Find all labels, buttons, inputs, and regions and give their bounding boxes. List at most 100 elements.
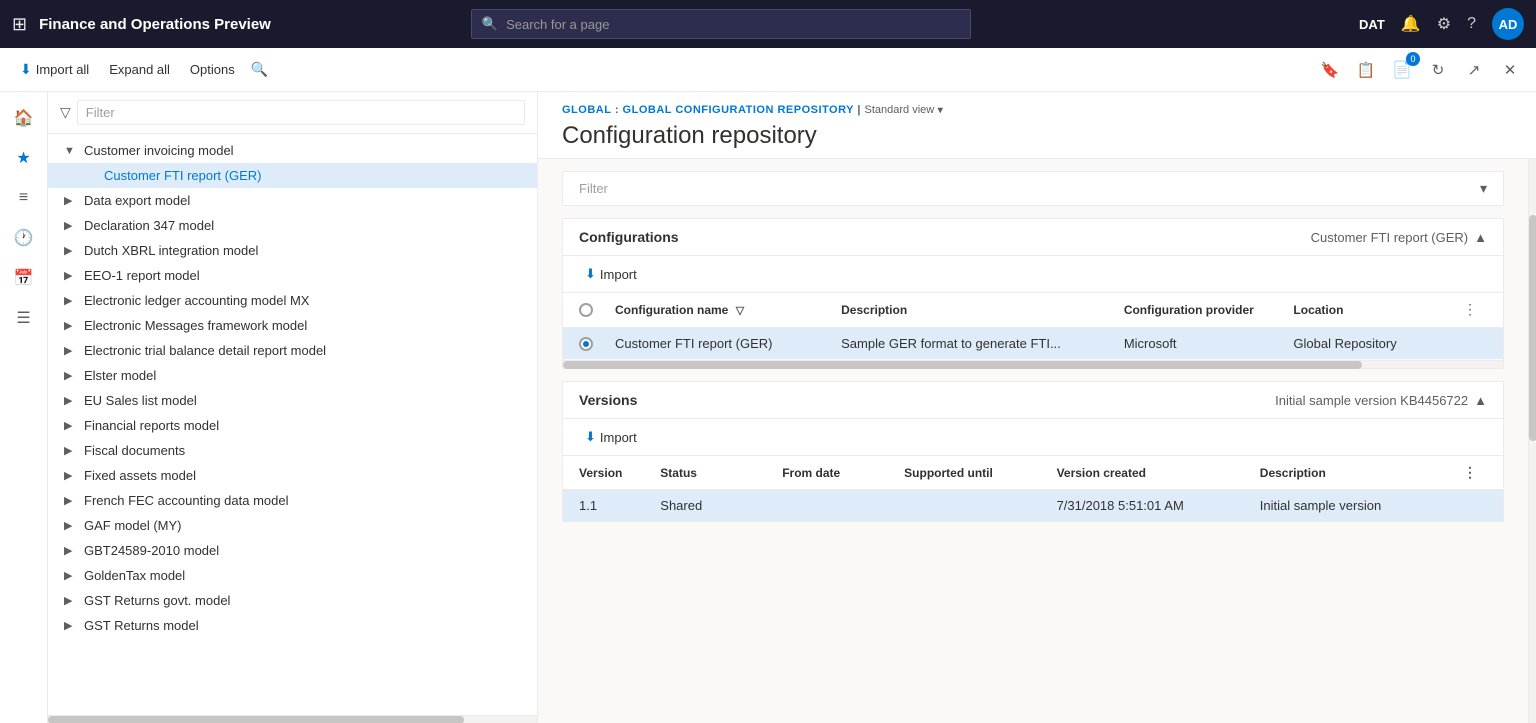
breadcrumb-sep: :	[615, 104, 623, 116]
configurations-toolbar: ⬇ Import	[563, 256, 1503, 293]
breadcrumb-part1[interactable]: GLOBAL	[562, 104, 611, 116]
col-header-more: ⋮	[1463, 301, 1487, 319]
tree-filter-input[interactable]	[77, 100, 525, 125]
tree-item-electronic-trial[interactable]: ▶ Electronic trial balance detail report…	[48, 338, 537, 363]
config-collapse-icon[interactable]: ▲	[1474, 230, 1487, 245]
vcol-header-status: Status	[660, 466, 782, 480]
user-avatar[interactable]: AD	[1492, 8, 1524, 40]
grid-menu-icon[interactable]: ⊞	[12, 14, 27, 35]
row-radio[interactable]	[579, 337, 593, 351]
options-button[interactable]: Options	[182, 58, 243, 81]
versions-import-button[interactable]: ⬇ Import	[579, 425, 643, 449]
notification-icon[interactable]: 🔔	[1401, 14, 1421, 34]
tree-item-label: Declaration 347 model	[84, 218, 529, 233]
home-icon[interactable]: 🏠	[6, 100, 42, 136]
calendar-icon[interactable]: 📅	[6, 260, 42, 296]
toolbar-search-icon[interactable]: 🔍	[251, 61, 268, 78]
settings-icon[interactable]: ⚙	[1437, 14, 1451, 34]
tree-list: ▼ Customer invoicing model Customer FTI …	[48, 134, 537, 715]
versions-toolbar: ⬇ Import	[563, 419, 1503, 456]
more-options-icon[interactable]: ⋮	[1463, 301, 1477, 317]
tree-horizontal-scrollbar[interactable]	[48, 715, 537, 723]
tree-item-declaration[interactable]: ▶ Declaration 347 model	[48, 213, 537, 238]
configurations-table: Configuration name ▽ Description Configu…	[563, 293, 1503, 360]
tree-item-elster[interactable]: ▶ Elster model	[48, 363, 537, 388]
bookmark-icon[interactable]: 🔖	[1316, 56, 1344, 84]
import-all-button[interactable]: ⬇ Import all	[12, 57, 97, 82]
tree-item-data-export[interactable]: ▶ Data export model	[48, 188, 537, 213]
options-label: Options	[190, 62, 235, 77]
tree-item-dutch-xbrl[interactable]: ▶ Dutch XBRL integration model	[48, 238, 537, 263]
tree-item-label: GBT24589-2010 model	[84, 543, 529, 558]
versions-info: Initial sample version KB4456722 ▲	[1275, 393, 1487, 408]
tree-item-eu-sales[interactable]: ▶ EU Sales list model	[48, 388, 537, 413]
name-filter-icon[interactable]: ▽	[736, 305, 744, 317]
list-icon[interactable]: ☰	[6, 300, 42, 336]
tree-item-gst-returns-govt[interactable]: ▶ GST Returns govt. model	[48, 588, 537, 613]
tree-item-french-fec[interactable]: ▶ French FEC accounting data model	[48, 488, 537, 513]
tree-item-fixed-assets[interactable]: ▶ Fixed assets model	[48, 463, 537, 488]
tree-item-label: EU Sales list model	[84, 393, 529, 408]
chevron-right-icon: ▶	[64, 369, 80, 382]
search-bar[interactable]: 🔍	[471, 9, 971, 39]
tree-item-label: Elster model	[84, 368, 529, 383]
chevron-right-icon: ▶	[64, 419, 80, 432]
configurations-section: Configurations Customer FTI report (GER)…	[562, 218, 1504, 369]
tree-item-electronic-messages[interactable]: ▶ Electronic Messages framework model	[48, 313, 537, 338]
config-horizontal-scrollbar[interactable]	[563, 360, 1503, 368]
config-import-icon: ⬇	[585, 266, 596, 282]
tree-item-gbt[interactable]: ▶ GBT24589-2010 model	[48, 538, 537, 563]
star-icon[interactable]: ★	[6, 140, 42, 176]
search-input[interactable]	[506, 17, 960, 32]
tree-item-customer-invoicing[interactable]: ▼ Customer invoicing model	[48, 138, 537, 163]
chevron-down-icon: ▼	[64, 145, 80, 157]
tree-item-financial-reports[interactable]: ▶ Financial reports model	[48, 413, 537, 438]
help-icon[interactable]: ?	[1467, 15, 1476, 33]
copy-icon[interactable]: 📋	[1352, 56, 1380, 84]
tree-item-gst-returns[interactable]: ▶ GST Returns model	[48, 613, 537, 638]
versions-table-header: Version Status From date Supported until…	[563, 456, 1503, 490]
breadcrumb-view[interactable]: Standard view	[865, 104, 935, 116]
view-chevron-icon[interactable]: ▾	[938, 105, 944, 116]
vcol-header-more: ⋮	[1463, 464, 1487, 481]
tree-item-goldentax[interactable]: ▶ GoldenTax model	[48, 563, 537, 588]
select-all-radio[interactable]	[579, 303, 593, 317]
config-location-cell: Global Repository	[1293, 336, 1463, 351]
tree-item-label: Data export model	[84, 193, 529, 208]
versions-more-icon[interactable]: ⋮	[1463, 464, 1477, 480]
filter-bar: Filter ▾	[562, 171, 1504, 206]
chevron-right-icon: ▶	[64, 194, 80, 207]
tree-panel: ▽ ▼ Customer invoicing model Customer FT…	[48, 92, 538, 723]
expand-all-button[interactable]: Expand all	[101, 58, 178, 81]
config-row[interactable]: Customer FTI report (GER) Sample GER for…	[563, 328, 1503, 360]
tree-item-label: GoldenTax model	[84, 568, 529, 583]
config-import-button[interactable]: ⬇ Import	[579, 262, 643, 286]
breadcrumb-part2[interactable]: GLOBAL CONFIGURATION REPOSITORY	[623, 104, 854, 116]
lines-icon[interactable]: ≡	[6, 180, 42, 216]
versions-collapse-icon[interactable]: ▲	[1474, 393, 1487, 408]
tree-item-fiscal-docs[interactable]: ▶ Fiscal documents	[48, 438, 537, 463]
filter-icon[interactable]: ▽	[60, 104, 71, 121]
version-row[interactable]: 1.1 Shared 7/31/2018 5:51:01 AM Initial …	[563, 490, 1503, 521]
chevron-right-icon: ▶	[64, 544, 80, 557]
vcol-header-until: Supported until	[904, 466, 1056, 480]
tree-item-gaf-model[interactable]: ▶ GAF model (MY)	[48, 513, 537, 538]
right-scrollbar[interactable]	[1528, 159, 1536, 723]
clock-icon[interactable]: 🕐	[6, 220, 42, 256]
tree-item-customer-fti[interactable]: Customer FTI report (GER)	[48, 163, 537, 188]
configurations-info: Customer FTI report (GER) ▲	[1311, 230, 1487, 245]
expand-all-label: Expand all	[109, 62, 170, 77]
refresh-icon[interactable]: ↻	[1424, 56, 1452, 84]
col-header-desc: Description	[841, 303, 1124, 317]
chevron-right-icon: ▶	[64, 294, 80, 307]
open-icon[interactable]: ↗	[1460, 56, 1488, 84]
content-main: Filter ▾ Configurations Customer FTI rep…	[538, 159, 1528, 723]
tree-item-label: Fixed assets model	[84, 468, 529, 483]
tree-item-electronic-ledger[interactable]: ▶ Electronic ledger accounting model MX	[48, 288, 537, 313]
tree-item-eeo1[interactable]: ▶ EEO-1 report model	[48, 263, 537, 288]
badge-icon[interactable]: 📄 0	[1388, 56, 1416, 84]
filter-collapse-icon[interactable]: ▾	[1480, 180, 1487, 197]
close-icon[interactable]: ✕	[1496, 56, 1524, 84]
tree-item-label: GST Returns model	[84, 618, 529, 633]
import-icon: ⬇	[20, 61, 32, 78]
